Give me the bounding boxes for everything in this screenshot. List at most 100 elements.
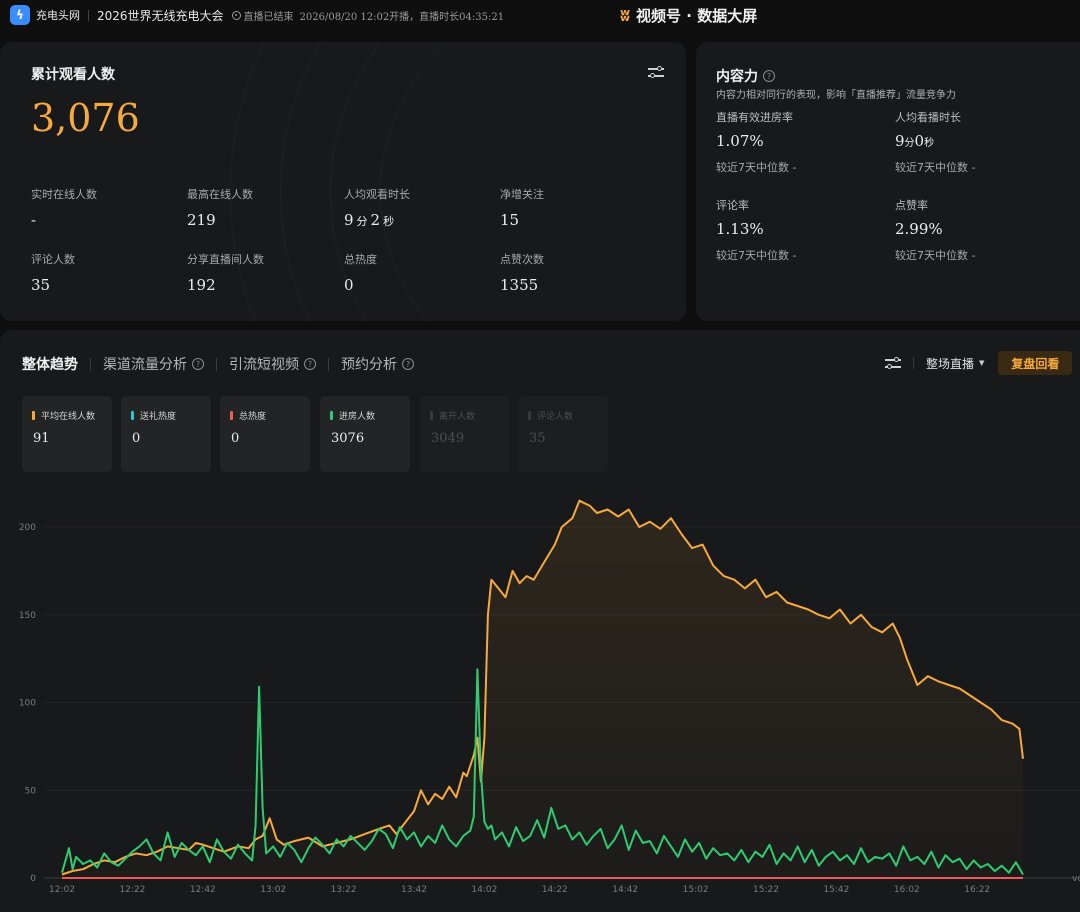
stat-value: 35 bbox=[31, 276, 51, 294]
series-color-swatch bbox=[32, 411, 35, 420]
stat-value: 9分2秒 bbox=[344, 211, 395, 229]
content-power-card: 内容力 ? 内容力相对同行的表现，影响「直播推荐」流量竞争力 直播有效进房率 1… bbox=[696, 42, 1080, 321]
x-tick-label: 16:22 bbox=[964, 885, 990, 895]
metric-median: 较近7天中位数 - bbox=[895, 249, 976, 262]
metric-label: 评论率 bbox=[716, 199, 749, 212]
help-icon[interactable]: ? bbox=[402, 358, 414, 370]
metric-card-label: 平均在线人数 bbox=[32, 409, 95, 422]
stat-label: 实时在线人数 bbox=[31, 188, 97, 201]
total-viewers-value: 3,076 bbox=[31, 96, 140, 140]
x-tick-label: 12:42 bbox=[190, 885, 216, 895]
trend-controls: 整场直播 ▼ 复盘回看 bbox=[885, 351, 1073, 375]
y-tick-label: 100 bbox=[19, 699, 36, 709]
stat-net-follows: 净增关注 15 bbox=[500, 186, 544, 229]
y-tick-label: 200 bbox=[19, 523, 36, 533]
y-tick-label: 50 bbox=[25, 786, 37, 796]
content-power-subtitle: 内容力相对同行的表现，影响「直播推荐」流量竞争力 bbox=[716, 90, 956, 101]
x-tick-label: 13:22 bbox=[331, 885, 357, 895]
help-icon[interactable]: ? bbox=[304, 358, 316, 370]
content-power-title-text: 内容力 bbox=[716, 69, 758, 85]
stat-sharers: 分享直播间人数 192 bbox=[187, 251, 264, 294]
divider bbox=[90, 357, 91, 371]
metric-card-label: 评论人数 bbox=[528, 409, 573, 422]
tab-label: 预约分析 bbox=[341, 357, 397, 373]
metric-value: 9分0秒 bbox=[895, 132, 935, 150]
metric-like-rate: 点赞率 2.99% 较近7天中位数 - bbox=[895, 197, 975, 263]
metric-entry-rate: 直播有效进房率 1.07% 较近7天中位数 - bbox=[716, 109, 796, 175]
x-end-label: vo bbox=[1072, 874, 1080, 884]
x-tick-label: 15:42 bbox=[823, 885, 849, 895]
y-tick-label: 150 bbox=[19, 611, 36, 621]
metric-card-comments[interactable]: 评论人数 35 bbox=[518, 396, 608, 472]
stat-total-heat: 总热度 0 bbox=[344, 251, 377, 294]
metric-card-gift-heat[interactable]: 送礼热度 0 bbox=[121, 396, 211, 472]
stat-label: 分享直播间人数 bbox=[187, 253, 264, 266]
tab-overall-trend[interactable]: 整体趋势 bbox=[22, 354, 78, 374]
stat-value: 192 bbox=[187, 276, 216, 294]
brand-name: 充电头网 bbox=[36, 9, 80, 22]
stat-avg-watch-time: 人均观看时长 9分2秒 bbox=[344, 186, 410, 229]
y-tick-label: 0 bbox=[30, 874, 36, 884]
series-color-swatch bbox=[528, 411, 531, 420]
stat-commenters: 评论人数 35 bbox=[31, 251, 75, 294]
metric-median: 较近7天中位数 - bbox=[895, 161, 976, 174]
tab-label: 渠道流量分析 bbox=[103, 357, 187, 373]
metric-card-total-heat[interactable]: 总热度 0 bbox=[220, 396, 310, 472]
tab-short-video[interactable]: 引流短视频? bbox=[229, 354, 316, 374]
metric-card-value: 0 bbox=[231, 431, 240, 446]
stat-value: 219 bbox=[187, 211, 216, 229]
stat-label: 人均观看时长 bbox=[344, 188, 410, 201]
metric-card-value: 3049 bbox=[431, 431, 465, 446]
brand-logo-icon: ϟ bbox=[10, 5, 30, 25]
help-icon[interactable]: ? bbox=[192, 358, 204, 370]
tab-channel-traffic[interactable]: 渠道流量分析? bbox=[103, 354, 204, 374]
divider bbox=[328, 357, 329, 371]
x-tick-label: 15:02 bbox=[683, 885, 709, 895]
range-dropdown[interactable]: 整场直播 ▼ bbox=[926, 355, 984, 372]
metric-card-value: 0 bbox=[132, 431, 141, 446]
metric-card-value: 91 bbox=[33, 431, 50, 446]
divider bbox=[216, 357, 217, 371]
stat-peak-online: 最高在线人数 219 bbox=[187, 186, 253, 229]
x-tick-label: 13:42 bbox=[401, 885, 427, 895]
series-color-swatch bbox=[430, 411, 433, 420]
metric-value: 1.13% bbox=[716, 220, 764, 238]
chart-settings-icon[interactable] bbox=[885, 356, 901, 370]
content-power-title: 内容力 ? bbox=[716, 66, 775, 86]
tab-reservation[interactable]: 预约分析? bbox=[341, 354, 414, 374]
overview-title: 累计观看人数 bbox=[31, 67, 115, 83]
divider bbox=[88, 9, 89, 21]
live-status: 直播已结束 bbox=[231, 8, 294, 23]
metric-card-label: 送礼热度 bbox=[131, 409, 176, 422]
metric-label: 直播有效进房率 bbox=[716, 111, 793, 124]
metric-avg-watch: 人均看播时长 9分0秒 较近7天中位数 - bbox=[895, 109, 975, 175]
x-tick-label: 14:02 bbox=[471, 885, 497, 895]
metric-card-entries[interactable]: 进房人数 3076 bbox=[320, 396, 410, 472]
range-dropdown-label: 整场直播 bbox=[926, 356, 975, 371]
trend-chart[interactable]: 0 50 100 150 200 12:02 12:22 12:42 13:02 13:22 13:… bbox=[0, 480, 1080, 912]
series-area bbox=[62, 500, 1023, 878]
metric-card-label: 进房人数 bbox=[330, 409, 375, 422]
live-title: 2026世界无线充电大会 bbox=[97, 8, 224, 23]
x-tick-label: 15:22 bbox=[753, 885, 779, 895]
replay-button[interactable]: 复盘回看 bbox=[998, 351, 1073, 375]
overview-settings-icon[interactable] bbox=[648, 65, 664, 79]
metric-comment-rate: 评论率 1.13% 较近7天中位数 - bbox=[716, 197, 796, 263]
metric-card-avg-online[interactable]: 平均在线人数 91 bbox=[22, 396, 112, 472]
channels-logo-icon: ʬ bbox=[620, 5, 631, 26]
stat-realtime-online: 实时在线人数 - bbox=[31, 186, 97, 229]
metric-value: 1.07% bbox=[716, 132, 764, 150]
trend-tabs: 整体趋势 渠道流量分析? 引流短视频? 预约分析? bbox=[22, 354, 414, 374]
x-tick-label: 12:22 bbox=[119, 885, 145, 895]
metric-card-value: 35 bbox=[529, 431, 546, 446]
dashboard-title: ʬ 视频号 · 数据大屏 bbox=[620, 5, 757, 26]
metric-card-exits[interactable]: 离开人数 3049 bbox=[420, 396, 510, 472]
stat-label: 最高在线人数 bbox=[187, 188, 253, 201]
divider bbox=[913, 357, 914, 369]
series-color-swatch bbox=[131, 411, 134, 420]
x-tick-label: 12:02 bbox=[49, 885, 75, 895]
live-meta: 2026/08/20 12:02开播，直播时长04:35:21 bbox=[299, 11, 505, 23]
help-icon[interactable]: ? bbox=[763, 70, 775, 82]
stat-value: 0 bbox=[344, 276, 354, 294]
metric-card-label: 离开人数 bbox=[430, 409, 475, 422]
